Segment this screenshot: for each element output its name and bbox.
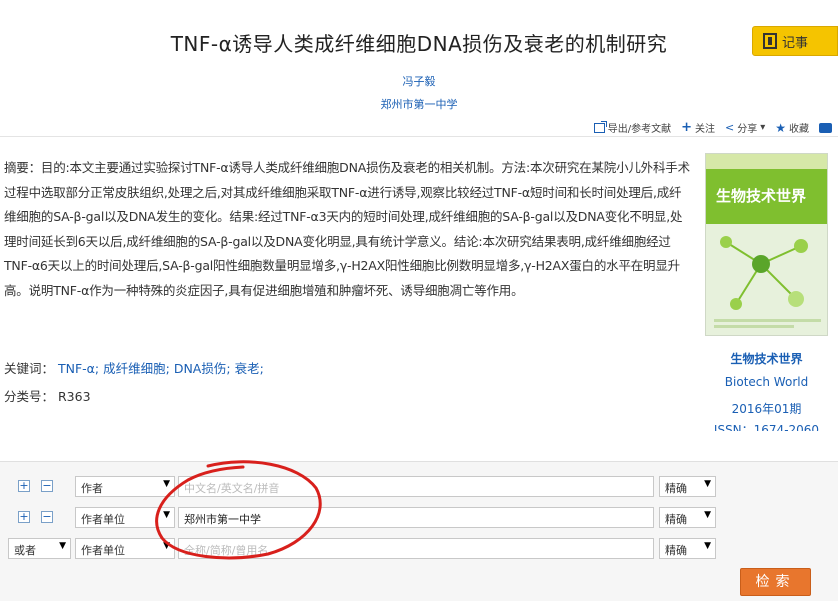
logic-select-value: 或者 <box>14 544 36 557</box>
add-condition-icon[interactable]: + <box>18 480 30 492</box>
cover-top-strip <box>706 154 827 169</box>
journal-cover[interactable]: 生物技术世界 <box>705 153 828 336</box>
classification-label: 分类号： <box>4 389 55 404</box>
match-select[interactable]: 精确 ▼ <box>659 538 716 559</box>
collect-button[interactable]: ★ 收藏 <box>775 120 809 136</box>
cover-title: 生物技术世界 <box>706 169 827 225</box>
author-link[interactable]: 冯子毅 <box>0 73 838 89</box>
plus-icon: + <box>681 119 692 135</box>
journal-issn: ISSN：1674-2060 <box>713 423 820 431</box>
dropdown-arrow-icon: ▼ <box>163 510 170 520</box>
abstract-text: 目的:本文主要通过实验探讨TNF-α诱导人类成纤维细胞DNA损伤及衰老的相关机制… <box>4 160 690 298</box>
dropdown-arrow-icon: ▼ <box>59 541 66 551</box>
field-select[interactable]: 作者单位 ▼ <box>75 507 175 528</box>
keyword-link[interactable]: DNA损伤; <box>174 361 231 376</box>
match-select-value: 精确 <box>665 482 687 495</box>
journal-issue[interactable]: 2016年01期 <box>705 400 828 417</box>
author-search-input[interactable]: 中文名/英文名/拼音 <box>178 476 654 497</box>
unit-alias-search-input[interactable]: 全称/简称/曾用名 <box>178 538 654 559</box>
remove-condition-icon[interactable]: − <box>41 511 53 523</box>
export-label: 导出/参考文献 <box>607 124 672 135</box>
unit-search-input[interactable]: 郑州市第一中学 <box>178 507 654 528</box>
journal-name-link[interactable]: 生物技术世界 <box>705 350 828 367</box>
remove-condition-icon[interactable]: − <box>41 480 53 492</box>
export-reference-button[interactable]: 导出/参考文献 <box>593 120 672 135</box>
star-icon: ★ <box>775 120 786 135</box>
bookmark-icon <box>763 33 777 49</box>
share-label: 分享 <box>737 124 758 135</box>
dropdown-arrow-icon: ▼ <box>163 479 170 489</box>
share-dropdown-arrow: ▾ <box>760 122 766 133</box>
follow-label: 关注 <box>694 124 715 135</box>
field-select-value: 作者单位 <box>81 544 125 557</box>
field-select[interactable]: 作者 ▼ <box>75 476 175 497</box>
field-select[interactable]: 作者单位 ▼ <box>75 538 175 559</box>
article-title: TNF-α诱导人类成纤维细胞DNA损伤及衰老的机制研究 <box>170 32 668 56</box>
field-select-value: 作者 <box>81 482 103 495</box>
dropdown-arrow-icon: ▼ <box>704 479 711 489</box>
match-select[interactable]: 精确 ▼ <box>659 476 716 497</box>
classification-row: 分类号： R363 <box>4 386 91 405</box>
keyword-link[interactable]: TNF-α; <box>58 361 99 376</box>
author-unit-link[interactable]: 郑州市第一中学 <box>0 96 838 112</box>
dropdown-arrow-icon: ▼ <box>704 541 711 551</box>
keyword-link[interactable]: 成纤维细胞; <box>103 361 170 376</box>
field-select-value: 作者单位 <box>81 513 125 526</box>
dropdown-arrow-icon: ▼ <box>163 541 170 551</box>
article-actions: 导出/参考文献 + 关注 < 分享 ▾ ★ 收藏 <box>593 119 832 136</box>
keyword-link[interactable]: 衰老; <box>235 361 264 376</box>
match-select-value: 精确 <box>665 544 687 557</box>
save-note-button[interactable]: 记事 <box>752 26 838 56</box>
journal-english-name[interactable]: Biotech World <box>705 375 828 389</box>
follow-button[interactable]: + 关注 <box>681 119 715 136</box>
cover-molecule-art <box>706 224 827 335</box>
classification-value: R363 <box>58 389 91 404</box>
logic-select[interactable]: 或者 ▼ <box>8 538 71 559</box>
add-condition-icon[interactable]: + <box>18 511 30 523</box>
collect-label: 收藏 <box>789 124 809 135</box>
keywords-label: 关键词： <box>4 361 55 376</box>
abstract-label: 摘要： <box>4 160 41 175</box>
header-divider <box>0 136 838 137</box>
match-select-value: 精确 <box>665 513 687 526</box>
search-button[interactable]: 检索 <box>740 568 811 596</box>
export-icon <box>593 120 607 133</box>
print-icon[interactable] <box>819 122 832 133</box>
abstract-block: 摘要：目的:本文主要通过实验探讨TNF-α诱导人类成纤维细胞DNA损伤及衰老的相… <box>4 156 690 303</box>
share-icon: < <box>724 121 735 134</box>
save-note-label: 记事 <box>782 35 809 51</box>
dropdown-arrow-icon: ▼ <box>704 510 711 520</box>
share-button[interactable]: < 分享 ▾ <box>725 120 765 135</box>
keywords-row: 关键词： TNF-α; 成纤维细胞; DNA损伤; 衰老; <box>4 358 264 377</box>
match-select[interactable]: 精确 ▼ <box>659 507 716 528</box>
